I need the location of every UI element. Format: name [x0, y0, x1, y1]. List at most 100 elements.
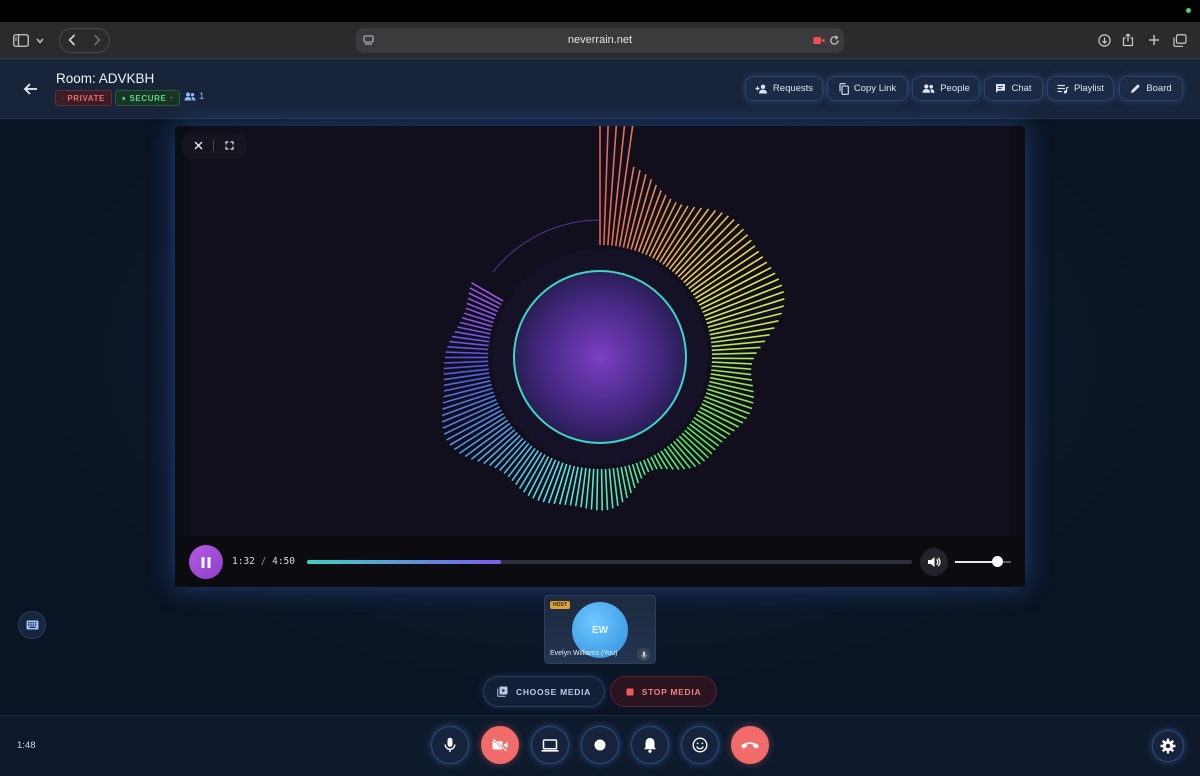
- spectrum-bar: [564, 465, 576, 505]
- emoji-icon: [692, 737, 708, 753]
- duration: 4:50: [272, 556, 295, 567]
- record-button[interactable]: [581, 726, 619, 764]
- keyboard-icon: [26, 620, 38, 630]
- chat-icon: [996, 84, 1006, 93]
- arrow-left-icon[interactable]: [21, 79, 41, 99]
- private-badge: PRIVATE: [55, 90, 112, 106]
- seek-bar[interactable]: [307, 560, 912, 564]
- camera-off-icon[interactable]: [813, 35, 825, 46]
- fullscreen-icon[interactable]: [224, 140, 234, 150]
- avatar-initials: EW: [591, 624, 609, 636]
- share-icon[interactable]: [1121, 32, 1135, 47]
- copy-icon: [839, 82, 849, 95]
- room-header: Room: ADVKBH PRIVATE SECURE 1 Requests C…: [0, 59, 1200, 119]
- screen-share-icon: [541, 738, 559, 752]
- people-button[interactable]: People: [912, 76, 980, 101]
- playlist-icon: [1057, 84, 1069, 93]
- room-title: Room: ADVKBH: [56, 71, 155, 86]
- private-badge-label: PRIVATE: [67, 93, 105, 103]
- playlist-button[interactable]: Playlist: [1047, 76, 1114, 101]
- plus-icon[interactable]: [1147, 33, 1161, 47]
- reactions-button[interactable]: [681, 726, 719, 764]
- spectrum-bar: [607, 126, 618, 246]
- participant-count-value: 1: [199, 91, 205, 102]
- spectrum-bar: [634, 184, 658, 251]
- close-icon[interactable]: [193, 140, 203, 150]
- secure-badge[interactable]: SECURE: [115, 90, 180, 106]
- choose-media-label: CHOOSE MEDIA: [516, 686, 591, 697]
- spectrum-bar: [699, 406, 740, 428]
- requests-button[interactable]: Requests: [745, 76, 823, 101]
- settings-button[interactable]: [1152, 730, 1184, 762]
- spectrum-bar: [462, 317, 493, 328]
- recording-indicator-dot: [1186, 8, 1191, 13]
- hang-up-button[interactable]: [731, 726, 769, 764]
- spectrum-bar: [686, 426, 716, 451]
- spectrum-bar: [532, 457, 553, 499]
- playback-time: 1:32 / 4:50: [232, 556, 295, 567]
- screen-share-button[interactable]: [531, 726, 569, 764]
- participant-mic-status: [637, 648, 650, 661]
- board-button[interactable]: Board: [1119, 76, 1183, 101]
- spectrum-bar: [637, 190, 662, 253]
- spectrum-bar: [689, 423, 720, 447]
- add-person-icon: [755, 84, 767, 93]
- board-button-label: Board: [1146, 83, 1172, 94]
- spectrum-bar: [672, 440, 697, 468]
- copy-link-button-label: Copy Link: [853, 83, 897, 94]
- volume-icon: [928, 557, 941, 567]
- spectrum-bar: [603, 126, 609, 246]
- spectrum-bar: [711, 369, 752, 376]
- spectrum-bar: [693, 417, 727, 439]
- stop-media-label: STOP MEDIA: [641, 686, 702, 697]
- sidebar-icon[interactable]: [12, 33, 30, 47]
- address-bar[interactable]: neverrain.net: [356, 28, 844, 53]
- spectrum-bar: [678, 435, 706, 462]
- control-divider: [213, 140, 214, 151]
- pause-button[interactable]: [189, 545, 223, 579]
- bell-icon: [644, 738, 656, 753]
- chat-button[interactable]: Chat: [984, 76, 1043, 101]
- mic-button[interactable]: [431, 726, 469, 764]
- forward-icon[interactable]: [90, 33, 104, 47]
- people-button-label: People: [940, 83, 970, 94]
- volume-slider[interactable]: [955, 561, 1011, 563]
- spectrum-bar: [711, 365, 752, 370]
- volume-button[interactable]: [920, 548, 948, 576]
- current-time: 1:32: [232, 556, 255, 567]
- download-icon[interactable]: [1097, 33, 1111, 47]
- keyboard-shortcuts-button[interactable]: [18, 611, 46, 639]
- copy-link-button[interactable]: Copy Link: [827, 76, 908, 101]
- browser-toolbar: neverrain.net: [0, 22, 1200, 59]
- shield-icon: [122, 96, 126, 100]
- notifications-button[interactable]: [631, 726, 669, 764]
- url-text[interactable]: neverrain.net: [356, 28, 844, 53]
- requests-button-label: Requests: [772, 83, 814, 94]
- reload-icon[interactable]: [828, 34, 840, 46]
- spectrum-bar: [590, 468, 595, 510]
- spectrum-bar: [691, 420, 723, 443]
- spectrum-bar: [463, 312, 494, 324]
- spectrum-bar: [483, 432, 518, 465]
- spectrum-bar: [449, 340, 489, 347]
- record-icon: [594, 739, 606, 751]
- spectrum-bar: [711, 352, 757, 355]
- choose-media-button[interactable]: CHOOSE MEDIA: [483, 676, 605, 707]
- spectrum-bar: [445, 351, 489, 355]
- chevron-down-icon[interactable]: [35, 36, 45, 46]
- camera-toggle-button[interactable]: [481, 726, 519, 764]
- spectrum-bar: [642, 459, 650, 473]
- time-separator: /: [260, 556, 267, 567]
- spectrum-bar: [675, 438, 701, 465]
- back-icon[interactable]: [65, 33, 79, 47]
- host-tag: HOST: [550, 601, 570, 609]
- volume-slider-handle[interactable]: [991, 556, 1003, 567]
- stop-media-button[interactable]: STOP MEDIA: [610, 676, 717, 707]
- spectrum-bar: [604, 468, 609, 511]
- tabs-icon[interactable]: [1172, 33, 1187, 47]
- spectrum-bar: [612, 468, 619, 506]
- people-icon: [184, 92, 196, 101]
- system-menubar: [0, 0, 1200, 22]
- settings-icon: [1160, 738, 1176, 754]
- people-icon: [922, 84, 935, 93]
